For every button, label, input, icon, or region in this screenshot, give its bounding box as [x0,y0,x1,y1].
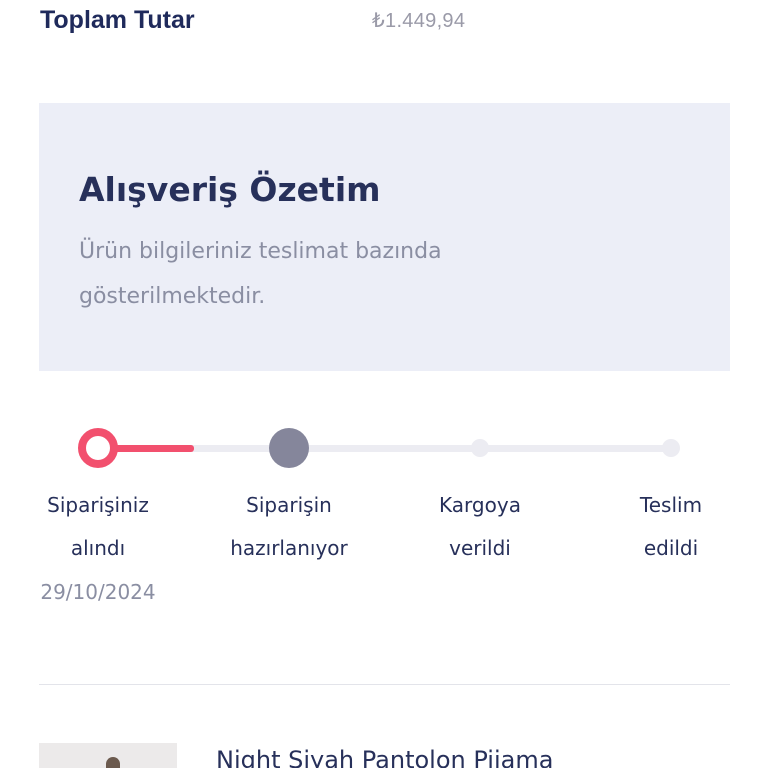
order-total-label: Toplam Tutar [40,6,195,34]
order-progress-tracker: Siparişiniz alındı Siparişin hazırlanıyo… [0,420,768,620]
step-indicator-shipped [471,439,489,457]
step-label-line: edildi [643,536,699,560]
step-label-line: Siparişiniz [47,493,149,517]
product-photo-figure [106,757,120,768]
order-total-value: ₺1.449,94 [372,10,466,32]
step-indicator-order-received [78,428,118,468]
step-label-line: hazırlanıyor [230,536,348,560]
step-label-order-received: Siparişiniz alındı [3,484,193,570]
summary-description: Ürün bilgileriniz teslimat bazında göste… [79,239,442,309]
step-label-line: Kargoya [439,493,521,517]
section-divider [39,684,730,685]
step-label-line: Siparişin [246,493,332,517]
step-label-line: verildi [449,536,511,560]
step-label-line: Teslim [639,493,703,517]
summary-title: Alışveriş Özetim [79,170,381,209]
step-label-delivered: Teslim edildi [576,484,766,570]
step-date-order-received: 29/10/2024 [40,580,156,604]
step-label-line: alındı [70,536,126,560]
step-indicator-preparing [269,428,309,468]
step-label-preparing: Siparişin hazırlanıyor [194,484,384,570]
step-label-shipped: Kargoya verildi [385,484,575,570]
product-image[interactable] [39,743,177,768]
shopping-summary-card: Alışveriş Özetim Ürün bilgileriniz tesli… [39,103,730,371]
step-indicator-delivered [662,439,680,457]
product-name[interactable]: Night Siyah Pantolon Pijama [216,746,553,768]
